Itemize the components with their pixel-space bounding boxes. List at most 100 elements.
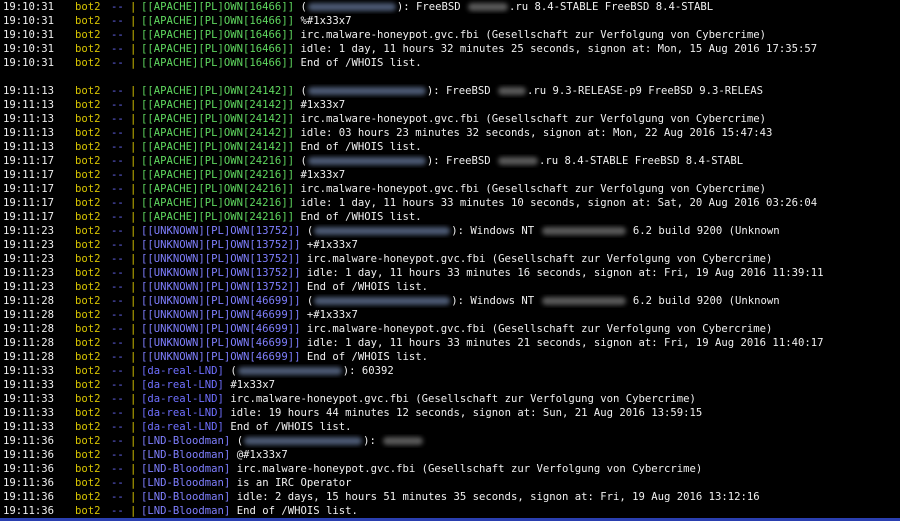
nick: [[APACHE][PL]OWN[24142]]	[141, 113, 295, 125]
line-bar: |	[130, 1, 137, 13]
bot-name: bot2	[75, 141, 101, 153]
log-line: 19:10:31 bot2 -- | [[APACHE][PL]OWN[16466]] …	[0, 42, 900, 56]
bot-name: bot2	[75, 421, 101, 433]
timestamp: 19:11:36	[3, 477, 55, 489]
message: [[UNKNOWN][PL]OWN[13752]] idle: 1 day, 1…	[141, 266, 823, 280]
message-text: irc.malware-honeypot.gvc.fbi (Gesellscha…	[306, 323, 773, 335]
bot-name: bot2	[75, 225, 101, 237]
host-info-text: ): FreeBSD	[396, 1, 461, 13]
log-line: 19:11:36 bot2 -- | [LND-Bloodman] ():	[0, 434, 900, 448]
line-dashes: --	[111, 281, 124, 293]
nick: [LND-Bloodman]	[141, 477, 231, 489]
message-text: irc.malware-honeypot.gvc.fbi (Gesellscha…	[230, 393, 696, 405]
message: [da-real-LND] #1x33x7	[141, 378, 275, 392]
message-text: End of /WHOIS list.	[306, 281, 429, 293]
log-line: 19:11:36 bot2 -- | [LND-Bloodman] irc.malwar…	[0, 462, 900, 476]
message: [[UNKNOWN][PL]OWN[46699]] irc.malware-ho…	[141, 322, 772, 336]
host-info-text: ): FreeBSD	[426, 85, 491, 97]
line-bar: |	[130, 253, 137, 265]
message-text: End of /WHOIS list.	[306, 351, 429, 363]
host-open-paren: (	[306, 295, 314, 307]
log-line: 19:11:36 bot2 -- | [LND-Bloodman] is an IRC …	[0, 476, 900, 490]
log-line: 19:11:23 bot2 -- | [[UNKNOWN][PL]OWN[13752]]…	[0, 280, 900, 294]
line-dashes: --	[111, 57, 124, 69]
host-info-text: ):	[363, 435, 376, 447]
nick: [[UNKNOWN][PL]OWN[13752]]	[141, 267, 301, 279]
line-bar: |	[130, 183, 137, 195]
line-dashes: --	[111, 155, 124, 167]
nick: [[APACHE][PL]OWN[24142]]	[141, 127, 295, 139]
message-text: irc.malware-honeypot.gvc.fbi (Gesellscha…	[306, 253, 773, 265]
message: [[APACHE][PL]OWN[24142]] (): FreeBSD .ru…	[141, 84, 763, 98]
timestamp: 19:11:23	[3, 239, 55, 251]
line-dashes: --	[111, 197, 124, 209]
message: [[APACHE][PL]OWN[16466]] (): FreeBSD .ru…	[141, 0, 713, 14]
log-line: 19:11:36 bot2 -- | [LND-Bloodman] idle: 2 da…	[0, 490, 900, 504]
log-line: 19:11:13 bot2 -- | [[APACHE][PL]OWN[24142]] …	[0, 112, 900, 126]
timestamp: 19:11:17	[3, 197, 55, 209]
whois-block-1: 19:10:31 bot2 -- | [[APACHE][PL]OWN[16466]] …	[0, 0, 900, 70]
log-line: 19:11:23 bot2 -- | [[UNKNOWN][PL]OWN[13752]]…	[0, 252, 900, 266]
line-bar: |	[130, 351, 137, 363]
log-line: 19:11:17 bot2 -- | [[APACHE][PL]OWN[24216]] …	[0, 196, 900, 210]
line-dashes: --	[111, 309, 124, 321]
message-text: End of /WHOIS list.	[230, 421, 352, 433]
message: [[APACHE][PL]OWN[24142]] idle: 03 hours …	[141, 126, 772, 140]
bot-name: bot2	[75, 29, 101, 41]
nick: [[APACHE][PL]OWN[24216]]	[141, 183, 295, 195]
terminal-window[interactable]: 19:10:31 bot2 -- | [[APACHE][PL]OWN[16466]] …	[0, 0, 900, 518]
bot-name: bot2	[75, 1, 101, 13]
message-text: is an IRC Operator	[236, 477, 352, 489]
line-bar: |	[130, 169, 137, 181]
log-line: 19:11:33 bot2 -- | [da-real-LND] End of /WHO…	[0, 420, 900, 434]
bot-name: bot2	[75, 253, 101, 265]
bot-name: bot2	[75, 169, 101, 181]
line-dashes: --	[111, 127, 124, 139]
line-dashes: --	[111, 99, 124, 111]
bot-name: bot2	[75, 239, 101, 251]
bot-name: bot2	[75, 491, 101, 503]
line-dashes: --	[111, 29, 124, 41]
nick: [[APACHE][PL]OWN[16466]]	[141, 29, 295, 41]
line-dashes: --	[111, 183, 124, 195]
message-text: +#1x33x7	[306, 309, 358, 321]
bot-name: bot2	[75, 505, 101, 517]
nick: [da-real-LND]	[141, 407, 224, 419]
message: [[UNKNOWN][PL]OWN[13752]] End of /WHOIS …	[141, 280, 428, 294]
log-line: 19:11:28 bot2 -- | [[UNKNOWN][PL]OWN[46699]]…	[0, 336, 900, 350]
line-bar: |	[130, 141, 137, 153]
message-text: @#1x33x7	[236, 449, 288, 461]
bot-name: bot2	[75, 85, 101, 97]
redacted-name-blur	[498, 157, 539, 165]
nick: [[APACHE][PL]OWN[24142]]	[141, 85, 295, 97]
line-dashes: --	[111, 407, 124, 419]
nick: [LND-Bloodman]	[141, 463, 231, 475]
nick: [LND-Bloodman]	[141, 449, 231, 461]
timestamp: 19:11:13	[3, 141, 55, 153]
bot-name: bot2	[75, 211, 101, 223]
message: [[APACHE][PL]OWN[24216]] #1x33x7	[141, 168, 345, 182]
nick: [[APACHE][PL]OWN[24142]]	[141, 141, 295, 153]
bot-name: bot2	[75, 57, 101, 69]
log-line: 19:11:13 bot2 -- | [[APACHE][PL]OWN[24142]] …	[0, 84, 900, 98]
message-text: %#1x33x7	[300, 15, 352, 27]
line-dashes: --	[111, 365, 124, 377]
nick: [[APACHE][PL]OWN[24216]]	[141, 197, 295, 209]
line-bar: |	[130, 267, 137, 279]
bot-name: bot2	[75, 309, 101, 321]
line-bar: |	[130, 225, 137, 237]
redacted-host-blur	[307, 157, 426, 165]
log-line: 19:10:31 bot2 -- | [[APACHE][PL]OWN[16466]] …	[0, 28, 900, 42]
line-bar: |	[130, 379, 137, 391]
nick: [[UNKNOWN][PL]OWN[13752]]	[141, 239, 301, 251]
message: [[UNKNOWN][PL]OWN[13752]] +#1x33x7	[141, 238, 358, 252]
message-text: #1x33x7	[230, 379, 275, 391]
line-dashes: --	[111, 505, 124, 517]
message: [LND-Bloodman] is an IRC Operator	[141, 476, 352, 490]
bot-name: bot2	[75, 463, 101, 475]
message: [[APACHE][PL]OWN[16466]] irc.malware-hon…	[141, 28, 766, 42]
nick: [[APACHE][PL]OWN[16466]]	[141, 57, 295, 69]
message-text: idle: 1 day, 11 hours 33 minutes 10 seco…	[300, 197, 818, 209]
message: [da-real-LND] End of /WHOIS list.	[141, 420, 352, 434]
line-dashes: --	[111, 421, 124, 433]
